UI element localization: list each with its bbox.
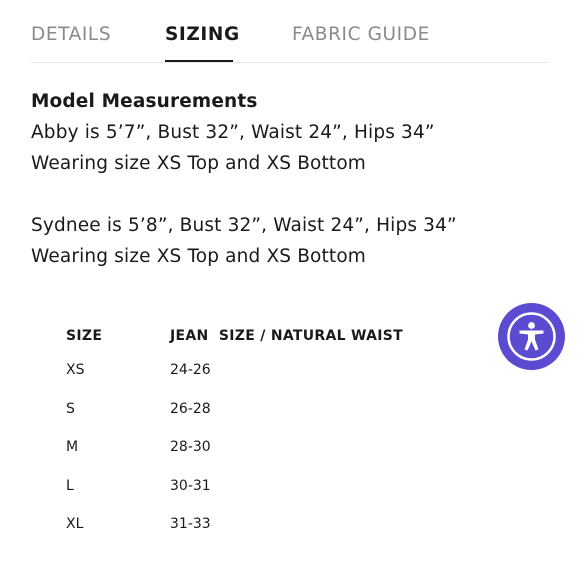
- active-tab-indicator: [165, 60, 233, 62]
- waist-cell: 31-33: [170, 516, 211, 532]
- tab-sizing[interactable]: SIZING: [165, 22, 240, 48]
- waist-cell: 30-31: [170, 477, 211, 494]
- size-cell: S: [66, 400, 75, 417]
- column-header-waist: JEAN SIZE / NATURAL WAIST: [170, 328, 404, 344]
- waist-cell: 26-28: [170, 400, 211, 417]
- tab-fabric-guide[interactable]: FABRIC GUIDE: [292, 22, 430, 48]
- model-stats-sydnee: Sydnee is 5’8”, Bust 32”, Waist 24”, Hip…: [31, 215, 457, 236]
- size-cell: M: [66, 439, 79, 455]
- model-wearing-sydnee: Wearing size XS Top and XS Bottom: [31, 246, 366, 267]
- size-cell: XS: [66, 362, 85, 378]
- model-measurements-heading: Model Measurements: [31, 91, 258, 112]
- model-wearing-abby: Wearing size XS Top and XS Bottom: [31, 153, 366, 174]
- accessibility-button[interactable]: [498, 303, 565, 370]
- waist-cell: 24-26: [170, 362, 211, 378]
- size-cell: XL: [66, 516, 84, 532]
- model-measurements: Model Measurements Abby is 5’7”, Bust 32…: [31, 86, 457, 272]
- column-header-size: SIZE: [66, 328, 103, 344]
- tab-details[interactable]: DETAILS: [31, 22, 111, 48]
- waist-cell: 28-30: [170, 439, 211, 455]
- tab-bar: DETAILS SIZING FABRIC GUIDE: [31, 22, 549, 63]
- accessibility-icon: [507, 312, 556, 361]
- sizing-page: DETAILS SIZING FABRIC GUIDE Model Measur…: [0, 0, 580, 580]
- model-stats-abby: Abby is 5’7”, Bust 32”, Waist 24”, Hips …: [31, 122, 435, 143]
- size-cell: L: [66, 477, 74, 494]
